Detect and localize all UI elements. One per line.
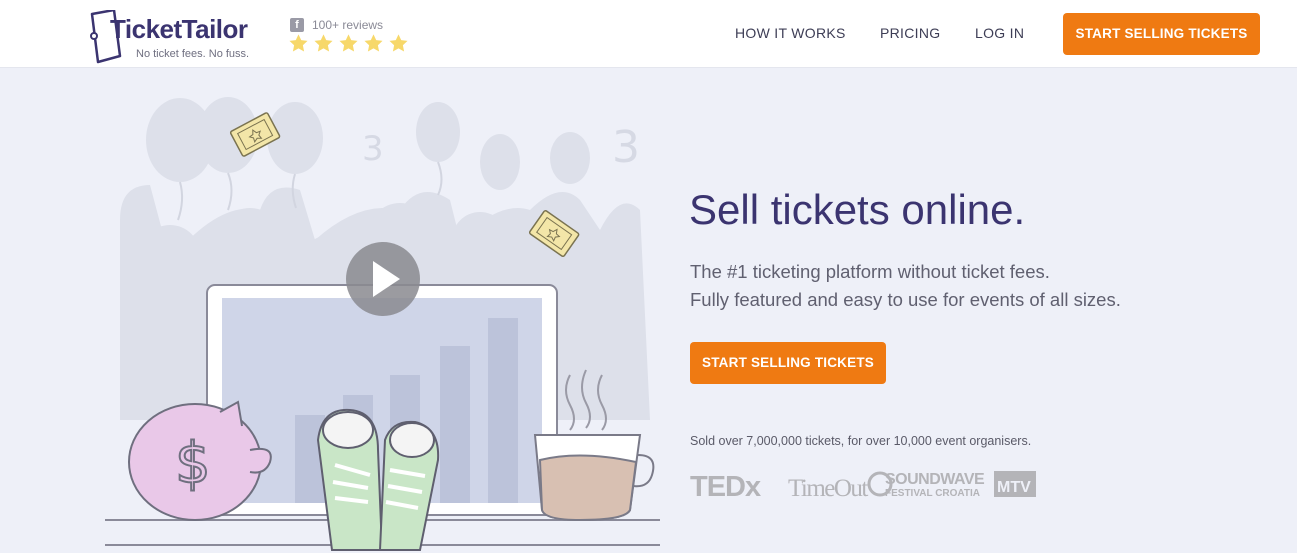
svg-text:$: $ [175, 431, 211, 496]
svg-text:3: 3 [612, 122, 640, 173]
nav-pricing[interactable]: PRICING [880, 25, 940, 41]
hero-illustration: 3 3 $ [105, 97, 660, 551]
play-button[interactable] [346, 242, 420, 316]
svg-text:MTV: MTV [997, 479, 1031, 496]
rating-stars [288, 33, 409, 54]
hero-subtitle-line-2: Fully featured and easy to use for event… [690, 289, 1121, 310]
ticket-tailor-logo[interactable]: TicketTailor No ticket fees. No fuss. [88, 8, 268, 64]
svg-text:3: 3 [362, 129, 384, 169]
client-logos: TEDx TimeOut SOUNDWAVE FESTIVAL CROATIA … [690, 471, 1036, 500]
mtv-logo: MTV [994, 471, 1036, 497]
star-icon [339, 34, 358, 52]
hero-subtitle: The #1 ticketing platform without ticket… [690, 258, 1121, 314]
site-header: TicketTailor No ticket fees. No fuss. f … [0, 0, 1297, 68]
hero-subtitle-line-1: The #1 ticketing platform without ticket… [690, 261, 1050, 282]
reviews-count: 100+ reviews [312, 18, 384, 32]
star-icon [289, 34, 308, 52]
tedx-logo: TEDx [690, 471, 761, 500]
soundwave-logo: SOUNDWAVE [885, 471, 985, 488]
star-icon [389, 34, 408, 52]
facebook-icon: f [290, 18, 304, 32]
soundwave-logo-sub: FESTIVAL CROATIA [885, 488, 980, 499]
star-icon [314, 34, 333, 52]
hero-title: Sell tickets online. [689, 186, 1026, 233]
logo-tagline: No ticket fees. No fuss. [136, 48, 250, 60]
star-icon [364, 34, 383, 52]
tickets-sold-text: Sold over 7,000,000 tickets, for over 10… [690, 434, 1032, 448]
timeout-logo: TimeOut [788, 475, 868, 500]
nav-how-it-works[interactable]: HOW IT WORKS [735, 25, 846, 41]
start-selling-button-hero[interactable]: START SELLING TICKETS [690, 342, 886, 384]
nav-log-in[interactable]: LOG IN [975, 25, 1024, 41]
logo-name: TicketTailor [110, 14, 248, 44]
start-selling-button-header[interactable]: START SELLING TICKETS [1063, 13, 1260, 55]
